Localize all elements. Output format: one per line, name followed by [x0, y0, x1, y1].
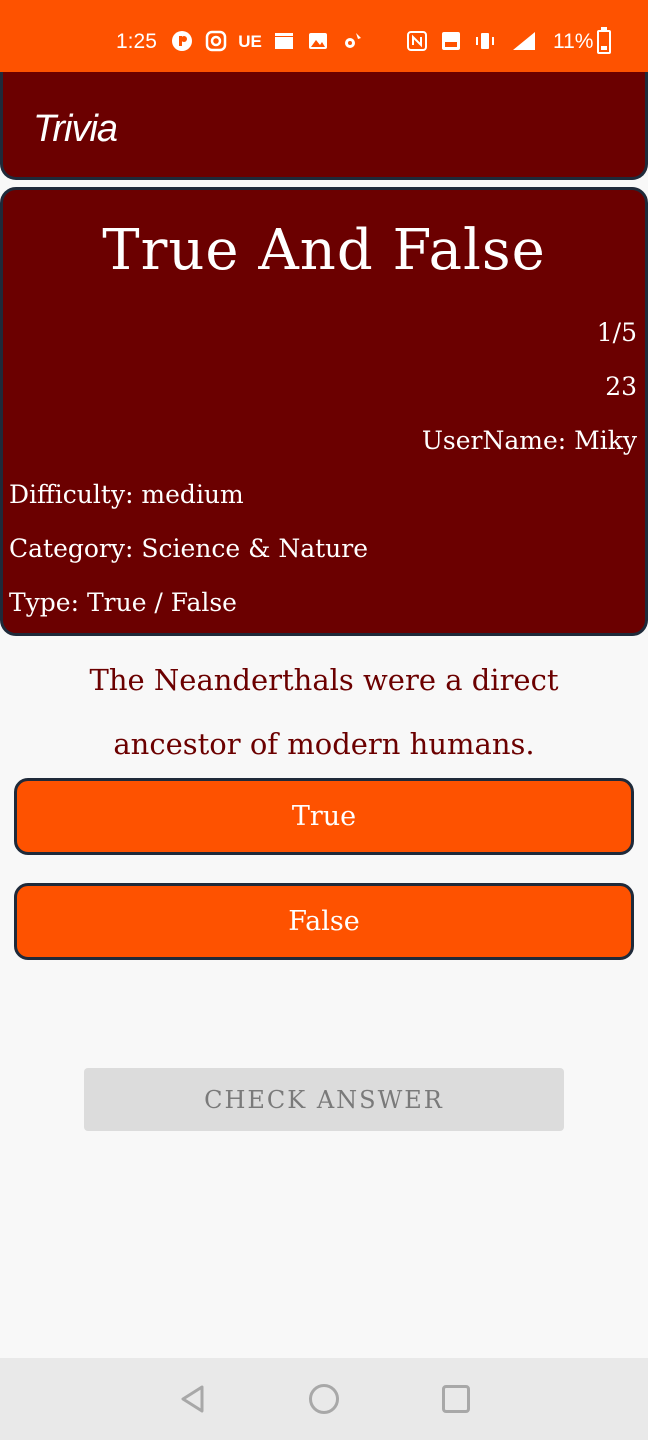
status-icons-right — [405, 30, 535, 54]
signal-5g-icon — [507, 30, 535, 54]
username: UserName: Miky — [421, 426, 637, 455]
question-info-card: True And False 1/5 23 UserName: Miky Dif… — [0, 187, 648, 636]
question-text: The Neanderthals were a direct ancestor … — [89, 663, 559, 761]
check-answer-button[interactable]: CHECK ANSWER — [84, 1068, 564, 1131]
battery-percent: 11% — [553, 30, 594, 53]
status-icons-left: UE — [170, 30, 364, 54]
navigation-bar — [0, 1358, 648, 1440]
quiz-type-title: True And False — [102, 218, 546, 283]
settings-icon — [340, 30, 364, 54]
difficulty: Difficulty: medium — [9, 480, 244, 509]
app-bar: Trivia — [0, 72, 648, 180]
recent-apps-icon[interactable] — [442, 1385, 470, 1413]
false-button[interactable]: False — [14, 883, 634, 960]
category: Category: Science & Nature — [9, 534, 369, 563]
ue-icon: UE — [238, 32, 262, 51]
volte-icon — [439, 30, 463, 54]
vibrate-icon — [473, 30, 497, 54]
back-icon[interactable] — [176, 1382, 210, 1416]
nfc-icon — [405, 30, 429, 54]
question-progress: 1/5 — [596, 318, 637, 347]
status-bar: 1:25 UE 11% — [0, 0, 648, 76]
image-icon — [306, 30, 330, 54]
clapper-icon — [272, 30, 296, 54]
status-time: 1:25 — [116, 30, 157, 53]
score: 23 — [605, 372, 637, 401]
instagram-icon — [204, 30, 228, 54]
screen: 1:25 UE 11% Trivia True And False 1/5 23… — [0, 0, 648, 1440]
home-icon[interactable] — [309, 1384, 339, 1414]
battery-icon — [597, 27, 611, 54]
app-icon — [170, 30, 194, 54]
question-type: Type: True / False — [9, 588, 237, 617]
true-button[interactable]: True — [14, 778, 634, 855]
app-title: Trivia — [33, 108, 118, 150]
